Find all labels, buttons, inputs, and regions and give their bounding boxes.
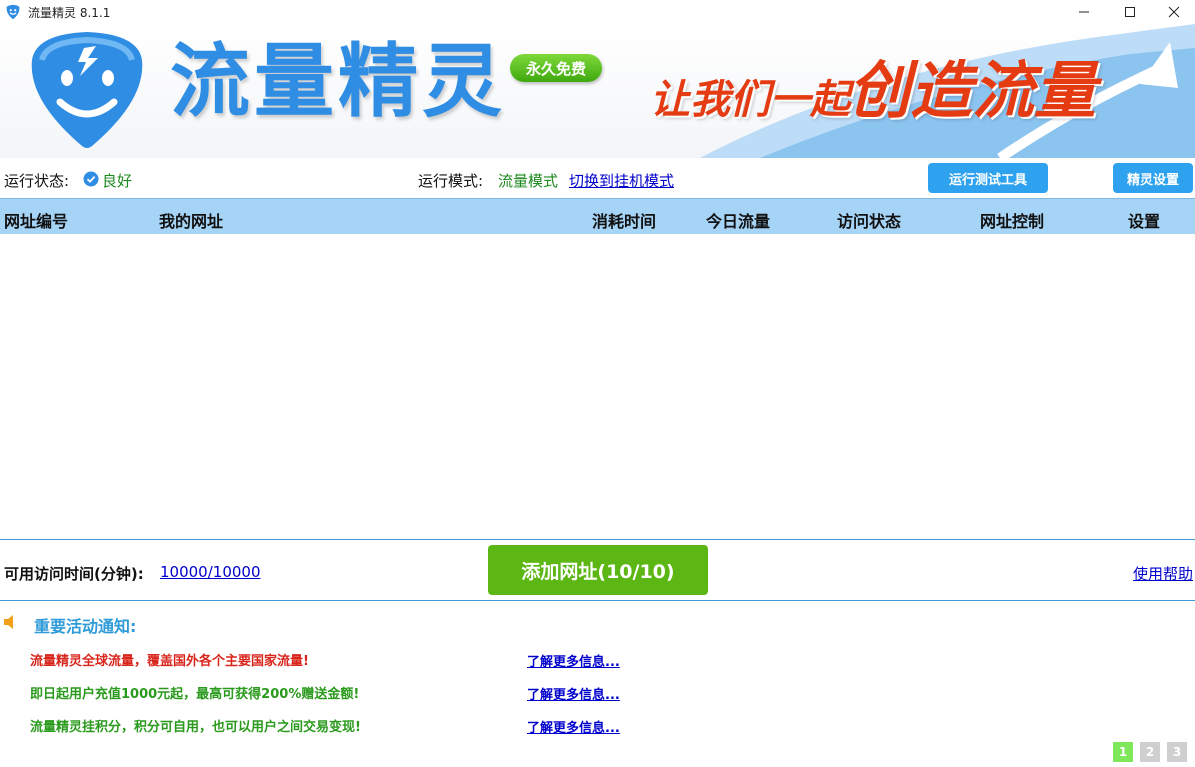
- help-link[interactable]: 使用帮助: [1133, 563, 1193, 584]
- status-bar: 运行状态: 良好 运行模式: 流量模式 切换到挂机模式 运行测试工具 精灵设置: [0, 158, 1195, 198]
- column-header-control: 网址控制: [980, 212, 1045, 231]
- notice-item-3: 流量精灵挂积分，积分可自用，也可以用户之间交易变现!: [30, 720, 361, 735]
- notice-more-link-3[interactable]: 了解更多信息...: [527, 717, 620, 736]
- slogan-big: 创造流量: [848, 54, 1097, 127]
- run-mode-label: 运行模式:: [418, 172, 484, 190]
- page-button-2[interactable]: 2: [1140, 742, 1160, 762]
- bottom-bar: 可用访问时间(分钟): 10000/10000 添加网址(10/10) 使用帮助: [0, 539, 1195, 601]
- notice-header: 重要活动通知:: [0, 610, 400, 636]
- minimize-icon: [1079, 11, 1089, 13]
- title-bar: 流量精灵 8.1.1: [0, 0, 1195, 24]
- header-banner: 流量精灵 永久免费 让我们一起 创造流量: [0, 24, 1195, 158]
- window-title: 流量精灵 8.1.1: [28, 5, 111, 20]
- column-header-status: 访问状态: [837, 212, 902, 231]
- column-header-url: 我的网址: [159, 212, 224, 231]
- free-badge: 永久免费: [510, 54, 602, 82]
- run-test-tool-button[interactable]: 运行测试工具: [928, 163, 1048, 193]
- column-header-time: 消耗时间: [592, 212, 657, 231]
- available-time-label: 可用访问时间(分钟):: [4, 565, 144, 583]
- maximize-icon: [1125, 7, 1135, 17]
- notice-item-2: 即日起用户充值1000元起，最高可获得200%赠送金额!: [30, 687, 360, 702]
- check-circle-icon: [83, 171, 99, 187]
- available-time-link[interactable]: 10000/10000: [160, 563, 261, 581]
- notice-more-link-1[interactable]: 了解更多信息...: [527, 651, 620, 670]
- table-header: 网址编号 我的网址 消耗时间 今日流量 访问状态 网址控制 设置: [0, 198, 1195, 234]
- notice-title: 重要活动通知:: [34, 617, 137, 636]
- column-header-id: 网址编号: [4, 212, 69, 231]
- run-status-label: 运行状态:: [4, 172, 70, 190]
- notice-item-1: 流量精灵全球流量，覆盖国外各个主要国家流量!: [30, 654, 309, 669]
- close-icon: [1168, 6, 1180, 18]
- run-mode-value: 流量模式: [498, 172, 559, 190]
- logo-text: 流量精灵: [170, 35, 506, 128]
- page-button-1[interactable]: 1: [1113, 742, 1133, 762]
- add-url-button[interactable]: 添加网址(10/10): [488, 545, 708, 595]
- url-table-body: [0, 234, 1195, 539]
- column-header-traffic: 今日流量: [706, 212, 771, 231]
- minimize-button[interactable]: [1061, 0, 1107, 24]
- column-header-settings: 设置: [1128, 212, 1161, 231]
- run-status-value: 良好: [102, 172, 133, 190]
- slogan-small: 让我们一起: [650, 77, 850, 123]
- app-logo-icon: [6, 4, 20, 20]
- settings-button[interactable]: 精灵设置: [1113, 163, 1193, 193]
- mascot-logo-icon: [31, 32, 143, 148]
- speaker-icon: [4, 615, 13, 629]
- maximize-button[interactable]: [1107, 0, 1153, 24]
- switch-mode-link[interactable]: 切换到挂机模式: [569, 170, 674, 191]
- notice-more-link-2[interactable]: 了解更多信息...: [527, 684, 620, 703]
- page-button-3[interactable]: 3: [1167, 742, 1187, 762]
- close-button[interactable]: [1151, 0, 1195, 24]
